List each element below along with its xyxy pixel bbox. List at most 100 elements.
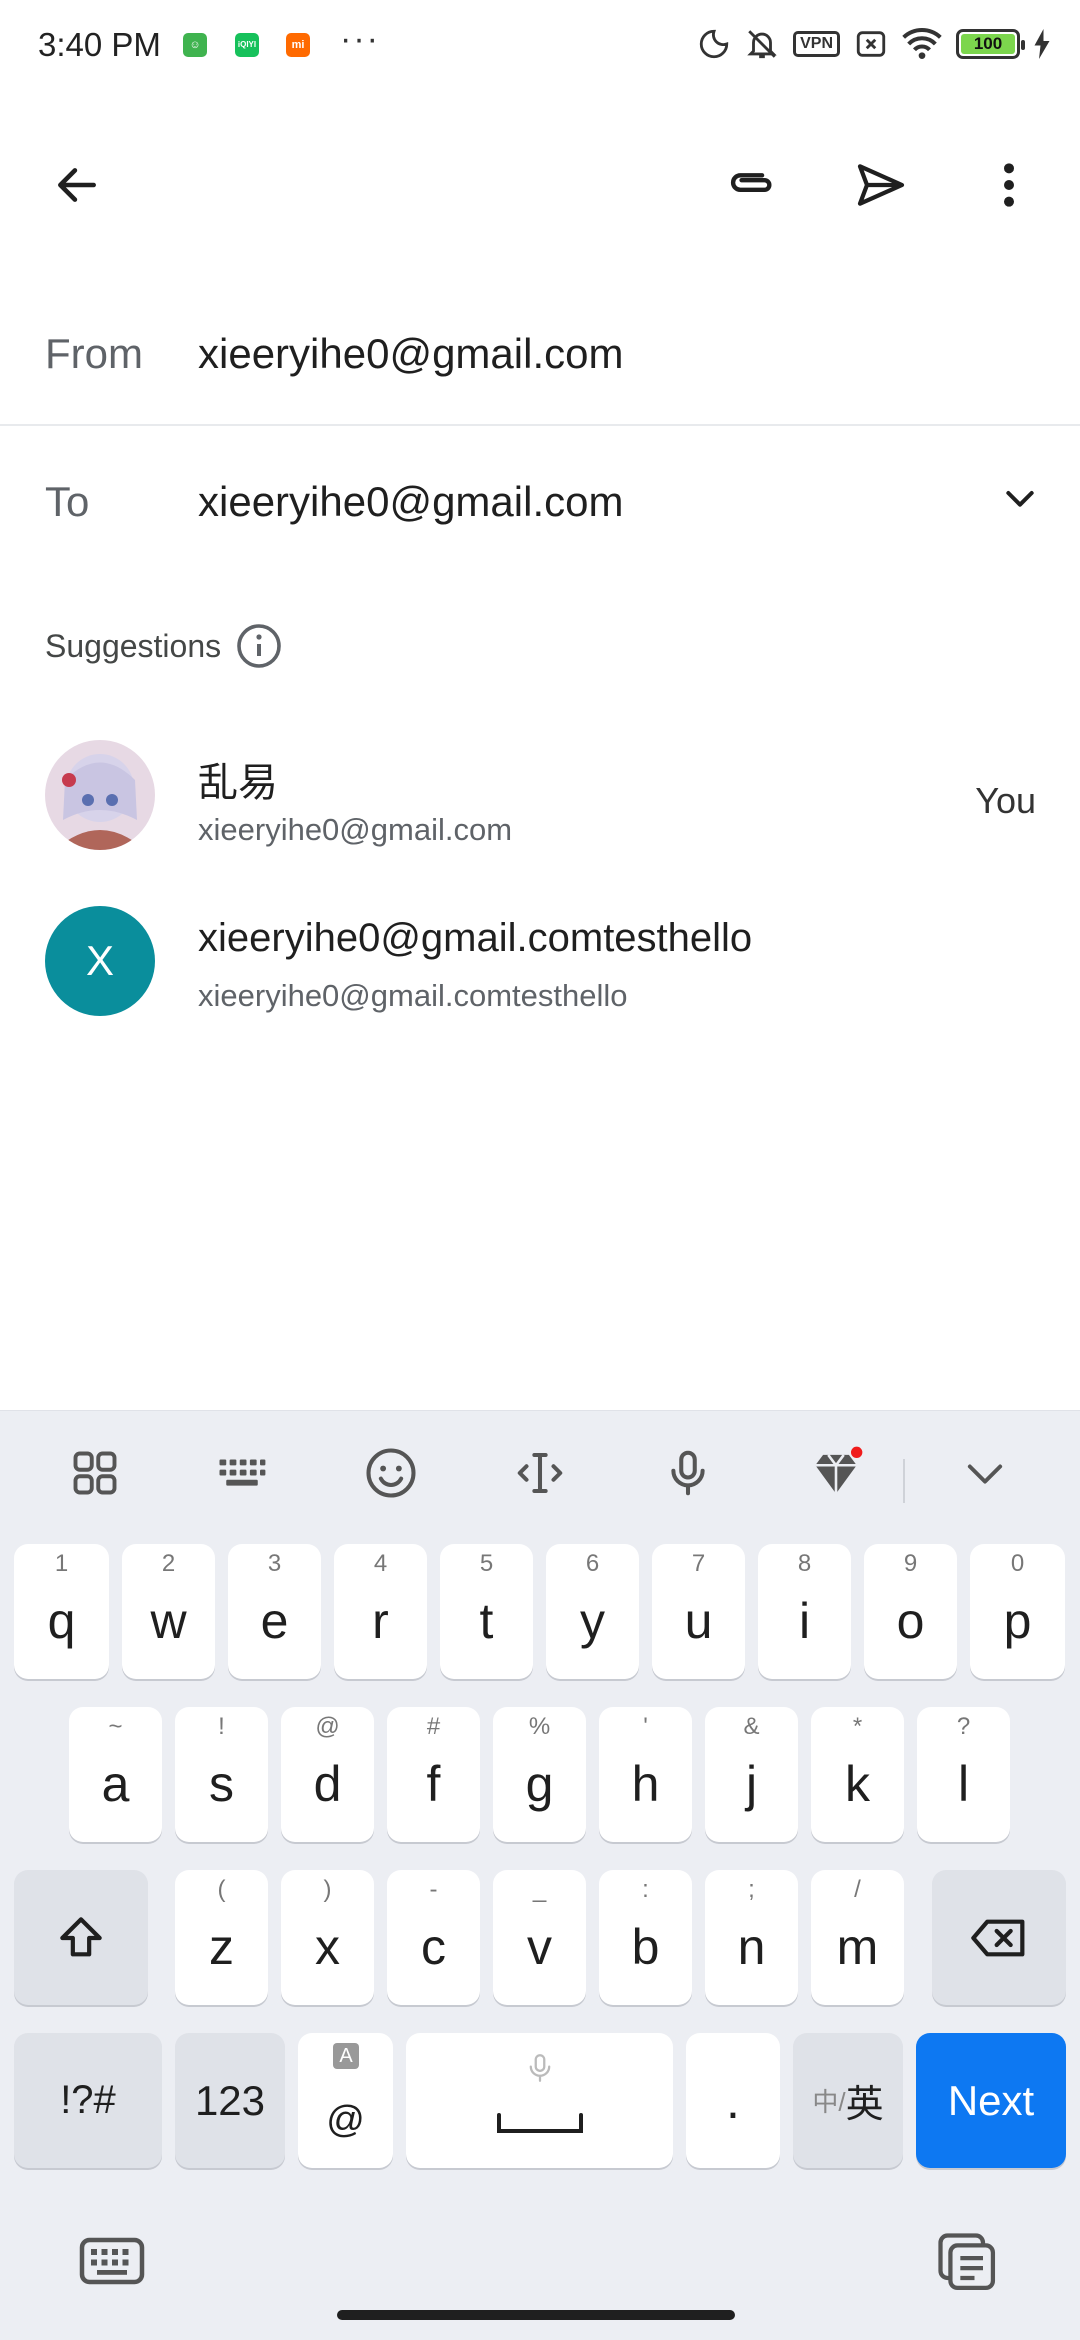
suggestion-item[interactable]: X xieeryihe0@gmail.comtesthello xieeryih…	[0, 886, 1080, 1046]
backspace-icon	[971, 1919, 1025, 1956]
emoji-button[interactable]	[351, 1433, 431, 1513]
toolbar-divider	[903, 1459, 905, 1503]
from-row[interactable]: From xieeryihe0@gmail.com	[0, 290, 1080, 426]
shift-icon	[60, 1916, 102, 1956]
key-m[interactable]: / m	[811, 1870, 904, 2005]
at-key[interactable]: A @	[298, 2033, 393, 2168]
more-options-button[interactable]	[964, 130, 1054, 240]
shift-key[interactable]	[14, 1870, 148, 2005]
cursor-control-button[interactable]	[500, 1433, 580, 1513]
apps-grid-button[interactable]	[55, 1433, 135, 1513]
backspace-key[interactable]	[932, 1870, 1066, 2005]
key-i[interactable]: 8i	[758, 1544, 851, 1679]
key-s[interactable]: ! s	[175, 1707, 268, 1842]
microphone-icon	[529, 2054, 550, 2082]
key-l[interactable]: ? l	[917, 1707, 1010, 1842]
key-q[interactable]: 1q	[14, 1544, 109, 1679]
key-d[interactable]: @ d	[281, 1707, 374, 1842]
battery-icon: 100	[956, 29, 1025, 59]
keyboard-icon	[79, 2237, 145, 2285]
key-z[interactable]: (z	[175, 1870, 268, 2005]
soft-keyboard: 1q 2w 3e 4r 5t 6y 7u 8i 9o 0p ~ a ! s @ d #…	[0, 1410, 1080, 2340]
key-h[interactable]: ' h	[599, 1707, 692, 1842]
clipboard-button[interactable]	[926, 2221, 1006, 2301]
diamond-icon	[815, 1446, 863, 1494]
hide-keyboard-button[interactable]	[945, 1433, 1025, 1513]
key-o[interactable]: 9o	[864, 1544, 957, 1679]
avatar: X	[45, 906, 155, 1016]
contact-email: xieeryihe0@gmail.comtesthello	[198, 978, 628, 1013]
key-t[interactable]: 5t	[440, 1544, 533, 1679]
suggestion-item[interactable]: 乱易 xieeryihe0@gmail.com You	[0, 720, 1080, 880]
language-switch-key[interactable]: 中/ 英	[793, 2033, 903, 2168]
to-label: To	[45, 478, 90, 525]
back-arrow-icon	[58, 168, 96, 202]
battery-level: 100	[961, 34, 1015, 54]
moon-icon	[699, 29, 729, 59]
numbers-key[interactable]: 123	[175, 2033, 285, 2168]
key-k[interactable]: * k	[811, 1707, 904, 1842]
next-key[interactable]: Next	[916, 2033, 1066, 2168]
suggestions-title: Suggestions	[45, 627, 222, 664]
vpn-icon: VPN	[793, 31, 840, 57]
attach-button[interactable]	[705, 130, 795, 240]
switch-keyboard-button[interactable]	[72, 2221, 152, 2301]
status-time: 3:40 PM	[38, 26, 161, 63]
keyboard-layout-button[interactable]	[202, 1433, 282, 1513]
key-r[interactable]: 4r	[334, 1544, 427, 1679]
key-b[interactable]: :b	[599, 1870, 692, 2005]
android-app-icon: ☺	[183, 33, 207, 57]
key-j[interactable]: & j	[705, 1707, 798, 1842]
key-x[interactable]: ) x	[281, 1870, 374, 2005]
you-label: You	[975, 780, 1036, 821]
to-input[interactable]: xieeryihe0@gmail.com	[198, 478, 623, 526]
no-sim-icon	[856, 31, 886, 57]
microphone-icon	[671, 1450, 705, 1496]
send-button[interactable]	[836, 130, 926, 240]
more-vert-icon	[1004, 163, 1014, 207]
avatar	[45, 740, 155, 850]
symbols-key[interactable]: !?#	[14, 2033, 162, 2168]
space-key[interactable]	[406, 2033, 673, 2168]
at-hint: A	[333, 2043, 359, 2069]
back-button[interactable]	[32, 130, 122, 240]
skin-store-button[interactable]	[796, 1433, 876, 1513]
key-p[interactable]: 0p	[970, 1544, 1065, 1679]
key-e[interactable]: 3e	[228, 1544, 321, 1679]
suggestions-header: Suggestions	[45, 622, 283, 670]
wifi-icon	[902, 28, 942, 59]
from-label: From	[45, 330, 143, 377]
expand-recipients-button[interactable]	[990, 468, 1050, 528]
status-icons: VPN 100	[697, 24, 1050, 64]
key-u[interactable]: 7u	[652, 1544, 745, 1679]
home-indicator[interactable]	[337, 2310, 735, 2320]
key-c[interactable]: -c	[387, 1870, 480, 2005]
key-f[interactable]: # f	[387, 1707, 480, 1842]
contact-name: xieeryihe0@gmail.comtesthello	[198, 916, 753, 960]
charging-icon	[1034, 29, 1050, 59]
to-row: To xieeryihe0@gmail.com	[0, 428, 1080, 578]
space-bar-icon	[496, 2112, 583, 2133]
voice-input-button[interactable]	[648, 1433, 728, 1513]
info-icon[interactable]	[235, 622, 283, 670]
chevron-down-icon	[967, 1464, 1003, 1484]
from-value[interactable]: xieeryihe0@gmail.com	[198, 330, 623, 378]
more-notifications-icon: ···	[340, 20, 380, 58]
bell-off-icon	[747, 30, 777, 59]
contact-email: xieeryihe0@gmail.com	[198, 812, 513, 847]
avatar-initial: X	[45, 906, 155, 1016]
key-y[interactable]: 6y	[546, 1544, 639, 1679]
keyboard-icon	[219, 1459, 266, 1486]
key-v[interactable]: _ v	[493, 1870, 586, 2005]
period-key[interactable]: .	[686, 2033, 780, 2168]
keyboard-toolbar	[0, 1411, 1080, 1536]
key-a[interactable]: ~ a	[69, 1707, 162, 1842]
xiaomi-icon: mi	[286, 33, 310, 57]
grid-icon	[73, 1451, 117, 1495]
key-n[interactable]: ; n	[705, 1870, 798, 2005]
key-w[interactable]: 2w	[122, 1544, 215, 1679]
key-g[interactable]: % g	[493, 1707, 586, 1842]
paperclip-icon	[730, 173, 772, 193]
chevron-down-icon	[1006, 491, 1034, 507]
contact-name: 乱易	[198, 761, 278, 805]
